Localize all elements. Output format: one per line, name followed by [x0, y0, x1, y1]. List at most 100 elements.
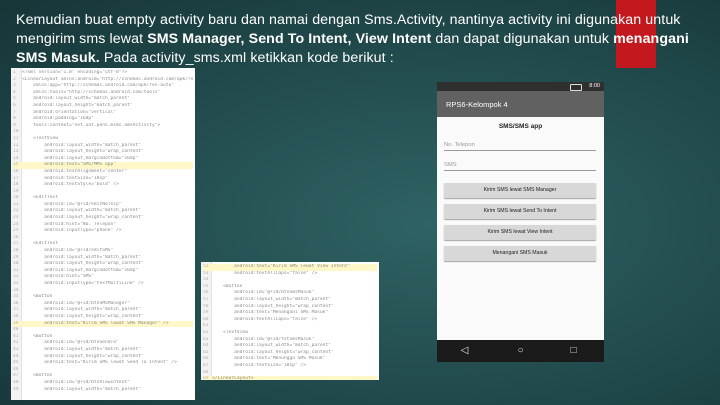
code-text: android:textAllCaps="false" /> — [212, 270, 318, 276]
code-line: 64 android:layout_width="match_parent" — [203, 343, 377, 350]
view-intent-button[interactable]: Kirim SMS lewat View Intent — [444, 225, 596, 240]
line-number: 8 — [13, 116, 16, 122]
phone-number-field[interactable]: No. Telepon — [444, 138, 596, 151]
code-text: android:id="@+id/editSMS" — [22, 248, 114, 254]
recents-square-icon[interactable]: □ — [568, 345, 579, 356]
code-line: 67 android:textSize="18sp" /> — [203, 363, 377, 370]
code-line: 40 — [13, 327, 193, 334]
line-number: 57 — [203, 296, 209, 302]
code-line: 33 android:inputType="textMultiLine" /> — [13, 281, 193, 288]
line-number: 18 — [13, 182, 19, 188]
code-line: 62 <TextView — [203, 330, 377, 337]
code-text: <Button — [212, 283, 243, 289]
send-to-intent-button[interactable]: Kirim SMS lewat Send To Intent — [444, 204, 596, 219]
line-number: 15 — [13, 162, 19, 168]
line-number: 41 — [13, 333, 19, 339]
line-number: 2 — [13, 76, 16, 82]
code-line: 6 android:layout_height="match_parent" — [13, 103, 193, 110]
line-number: 21 — [13, 201, 19, 207]
code-text: android:layout_height="wrap_content" — [22, 261, 144, 267]
line-number: 68 — [203, 369, 209, 375]
line-number: 25 — [13, 228, 19, 234]
line-number: 19 — [13, 188, 19, 194]
code-line: 21 android:id="@+id/editNoTelp" — [13, 202, 193, 209]
line-number: 12 — [13, 142, 19, 148]
code-line: 23 android:layout_height="wrap_content" — [13, 215, 193, 222]
line-number: 66 — [203, 356, 209, 362]
code-line: 68 — [203, 370, 377, 377]
code-text: android:orientation="vertical" — [22, 109, 117, 115]
code-line: 8 android:padding="16dp" — [13, 116, 193, 123]
line-number: 31 — [13, 267, 19, 273]
code-lines: 1 <?xml version="1.0" encoding="utf-8"?> 2… — [13, 70, 193, 393]
caption-bold-1: SMS Manager, Send To Intent, View Intent — [147, 31, 432, 47]
code-line: 14 android:layout_marginBottom="16dp" — [13, 156, 193, 163]
code-line: 43 android:layout_width="match_parent" — [13, 347, 193, 354]
home-circle-icon[interactable]: ○ — [515, 345, 526, 356]
code-line: 38 android:layout_height="wrap_content" — [13, 314, 193, 321]
line-number: 61 — [203, 323, 209, 329]
code-line: 15 android:text="SMS/MMS app" — [13, 162, 193, 169]
line-number: 6 — [13, 102, 16, 108]
code-text: android:id="@+id/btnViewIntent" — [22, 379, 130, 385]
code-line: 31 android:layout_marginBottom="16dp" — [13, 268, 193, 275]
code-text: <Button — [22, 294, 53, 300]
code-line: 9 tools:context="net.uat.pens.msms.SmsAc… — [13, 123, 193, 130]
line-number: 53 — [203, 270, 209, 276]
code-line: 16 android:textAlignment="center" — [13, 169, 193, 176]
app-title: RPS6-Kelompok 4 — [446, 100, 508, 109]
code-line: 57 android:layout_width="match_parent" — [203, 297, 377, 304]
code-text: android:layout_width="match_parent" — [22, 142, 141, 148]
code-text: android:textAlignment="center" — [22, 168, 128, 174]
line-number: 52 — [203, 264, 209, 269]
line-number: 63 — [203, 336, 209, 342]
code-line: 37 android:layout_width="match_parent" — [13, 307, 193, 314]
navigation-bar: ◁ ○ □ — [437, 340, 604, 362]
line-number: 64 — [203, 343, 209, 349]
code-text: xmlns:tools="http://schemas.android.com/… — [22, 89, 161, 95]
code-text: android:layout_height="wrap_content" — [22, 149, 144, 155]
code-text: android:layout_height="wrap_content" — [212, 303, 334, 309]
code-text: android:id="@+id/btnSendTo" — [22, 340, 119, 346]
code-text: android:layout_marginBottom="16dp" — [22, 267, 139, 273]
code-text: <TextView — [22, 135, 58, 141]
code-line: 39 android:text="Kirim SMS lewat SMS Man… — [13, 320, 193, 328]
code-text: android:layout_width="match_parent" — [212, 296, 331, 302]
line-number: 20 — [13, 195, 19, 201]
line-number: 67 — [203, 362, 209, 368]
code-text: <EditText — [22, 241, 58, 247]
line-number: 58 — [203, 303, 209, 309]
incoming-sms-button[interactable]: Menangani SMS Masuk — [444, 246, 596, 261]
code-line: 34 — [13, 288, 193, 295]
code-line: 55 <Button — [203, 284, 377, 291]
line-number: 69 — [203, 376, 209, 380]
code-line: 20 <EditText — [13, 195, 193, 202]
line-number: 47 — [13, 373, 19, 379]
code-text: android:layout_height="wrap_content" — [212, 349, 334, 355]
line-number: 35 — [13, 294, 19, 300]
code-line: 69 </LinearLayout> — [203, 376, 377, 380]
code-line: 26 — [13, 235, 193, 242]
code-line: 28 android:id="@+id/editSMS" — [13, 248, 193, 255]
code-text: android:layout_height="wrap_content" — [22, 215, 144, 221]
back-triangle-icon[interactable]: ◁ — [459, 345, 470, 356]
code-text: android:textStyle="bold" /> — [22, 182, 119, 188]
code-lines: 52 android:text="Kirim SMS lewat View In… — [203, 264, 377, 380]
line-number: 44 — [13, 353, 19, 359]
line-number: 65 — [203, 349, 209, 355]
code-line: 19 — [13, 189, 193, 196]
code-text: android:layout_width="match_parent" — [22, 254, 141, 260]
slide-caption: Kemudian buat empty activity baru dan na… — [16, 11, 696, 68]
line-number: 42 — [13, 340, 19, 346]
line-number: 26 — [13, 234, 19, 240]
sms-text-field[interactable]: SMS — [444, 158, 596, 171]
code-line: 66 android:text="Menunggu SMS Masuk" — [203, 356, 377, 363]
code-text: xmlns:app="http://schemas.android.com/ap… — [22, 83, 175, 89]
code-text: android:textAllCaps="false" /> — [212, 316, 318, 322]
code-text: </LinearLayout> — [212, 376, 254, 380]
code-line: 1 <?xml version="1.0" encoding="utf-8"?> — [13, 70, 193, 77]
send-sms-manager-button[interactable]: Kirim SMS lewat SMS Manager — [444, 183, 596, 198]
code-text: android:id="@+id/editNoTelp" — [22, 201, 122, 207]
phone-number-hint: No. Telepon — [444, 142, 475, 148]
line-number: 3 — [13, 83, 16, 89]
